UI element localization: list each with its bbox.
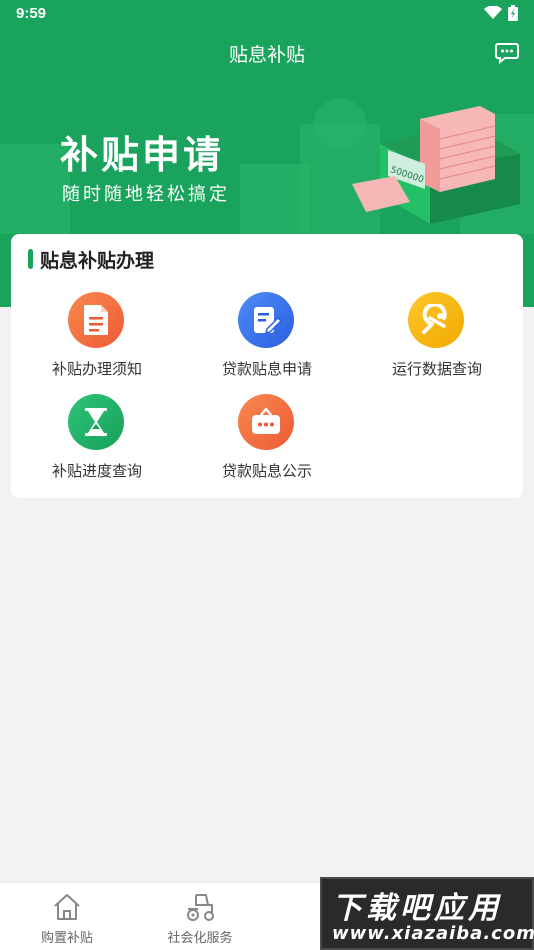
service-loan-interest-apply[interactable]: 贷款贴息申请 bbox=[182, 292, 352, 388]
wifi-icon bbox=[484, 6, 502, 19]
watermark-url: www.xiazaiba.com bbox=[332, 923, 534, 944]
home-icon bbox=[54, 894, 80, 920]
service-operation-data-query[interactable]: 运行数据查询 bbox=[352, 292, 522, 388]
banner-title: 补贴申请 bbox=[60, 133, 225, 177]
service-card: 贴息补贴办理 补贴办理须知 贷款贴息申请 运行数据查询 补贴进度查询 贷款贴息公… bbox=[11, 234, 523, 498]
status-time: 9:59 bbox=[16, 5, 47, 22]
tab-label: 购置补贴 bbox=[40, 931, 93, 946]
status-bar: 9:59 bbox=[0, 0, 534, 28]
data-query-icon bbox=[408, 292, 464, 348]
tab-purchase-subsidy[interactable]: 购置补贴 bbox=[0, 883, 134, 950]
service-loan-interest-publicity[interactable]: 贷款贴息公示 bbox=[182, 394, 352, 490]
service-subsidy-notice[interactable]: 补贴办理须知 bbox=[12, 292, 182, 388]
service-label: 贷款贴息公示 bbox=[221, 462, 312, 480]
section-accent-bar bbox=[28, 249, 33, 269]
section-title: 贴息补贴办理 bbox=[40, 250, 155, 272]
service-label: 运行数据查询 bbox=[391, 360, 482, 378]
watermark-logo: 下载吧应用 www.xiazaiba.com bbox=[320, 877, 534, 950]
tractor-icon bbox=[187, 894, 214, 921]
service-label: 补贴办理须知 bbox=[51, 360, 142, 378]
hourglass-icon bbox=[68, 394, 124, 450]
service-progress-query[interactable]: 补贴进度查询 bbox=[12, 394, 182, 490]
message-icon[interactable] bbox=[495, 42, 519, 64]
battery-icon bbox=[508, 5, 518, 21]
notice-board-icon bbox=[238, 394, 294, 450]
page-title: 贴息补贴 bbox=[228, 44, 305, 66]
tab-social-service[interactable]: 社会化服务 bbox=[133, 883, 267, 950]
edit-form-icon bbox=[238, 292, 294, 348]
service-label: 补贴进度查询 bbox=[51, 462, 142, 480]
tab-label: 社会化服务 bbox=[167, 931, 233, 946]
service-label: 贷款贴息申请 bbox=[221, 360, 312, 378]
watermark-title: 下载吧应用 bbox=[332, 891, 502, 926]
banner-subtitle: 随时随地轻松搞定 bbox=[62, 184, 230, 205]
document-icon bbox=[68, 292, 124, 348]
